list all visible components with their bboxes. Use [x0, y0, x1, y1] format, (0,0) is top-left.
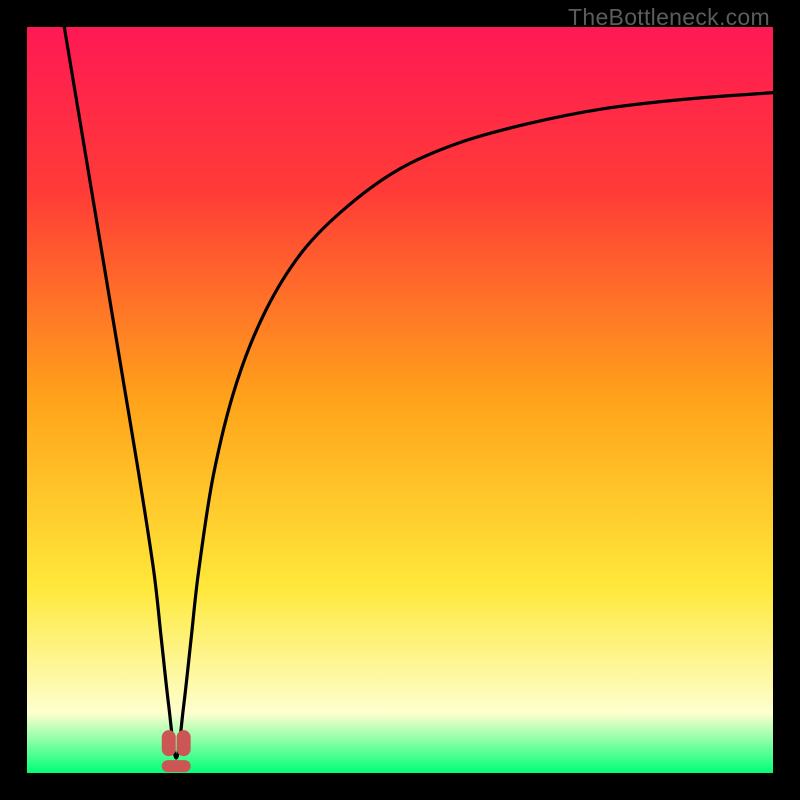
min-marker-left: [162, 730, 176, 756]
outer-frame: TheBottleneck.com: [0, 0, 800, 800]
min-marker-connector: [162, 760, 191, 772]
plot-area: [27, 27, 773, 773]
min-marker-right: [177, 730, 191, 756]
bottleneck-chart: [27, 27, 773, 773]
gradient-background: [27, 27, 773, 773]
watermark-text: TheBottleneck.com: [568, 4, 770, 31]
